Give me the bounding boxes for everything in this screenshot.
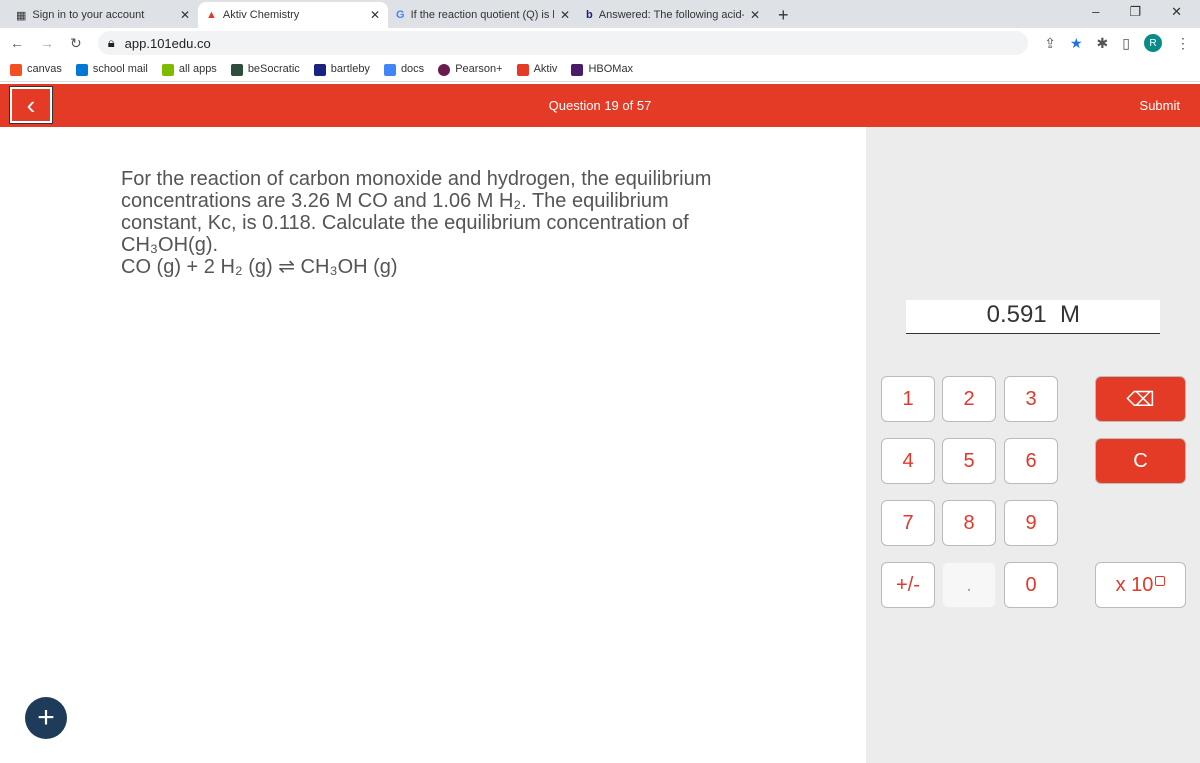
key-1[interactable]: 1 [881,376,935,422]
share-icon[interactable]: ⇪ [1044,35,1056,52]
exponent-box-icon [1155,576,1166,586]
new-tab-button[interactable]: + [768,2,799,28]
extensions-icon[interactable]: ✱ [1097,35,1109,52]
backspace-button[interactable]: ⌫ [1095,376,1186,422]
question-header: ‹ Question 19 of 57 Submit [0,84,1200,127]
tab-sign-in[interactable]: ▦ Sign in to your account ✕ [8,2,198,28]
bookmark-bartleby[interactable]: bartleby [313,63,370,76]
bookmark-school-mail[interactable]: school mail [75,63,148,76]
tab-bar: ▦ Sign in to your account ✕ ▲ Aktiv Chemist… [0,0,1200,28]
reload-icon[interactable]: ↻ [70,35,82,52]
key-5[interactable]: 5 [942,438,996,484]
close-icon[interactable]: ✕ [560,8,570,22]
star-icon[interactable]: ★ [1070,35,1083,52]
restore-icon[interactable]: ❐ [1129,4,1141,20]
bookmark-all-apps[interactable]: all apps [161,63,217,76]
bookmarks-bar: canvas school mail all apps beSocratic b… [0,58,1200,82]
key-plus-minus[interactable]: +/- [881,562,935,608]
address-bar-row: ← → ↻ 🔒︎ app.101edu.co ⇪ ★ ✱ ▯ R ⋮ [0,28,1200,58]
avatar[interactable]: R [1144,34,1162,52]
bookmark-aktiv[interactable]: Aktiv [516,63,557,76]
close-icon[interactable]: ✕ [370,8,380,22]
bartleby-icon: b [586,9,593,21]
close-window-icon[interactable]: ✕ [1171,4,1182,20]
answer-display: 0.591 M [906,300,1160,334]
close-icon[interactable]: ✕ [750,8,760,22]
bookmark-pearson[interactable]: Pearson+ [438,63,503,76]
menu-icon[interactable]: ⋮ [1176,35,1190,52]
bookmark-canvas[interactable]: canvas [10,63,62,76]
key-2[interactable]: 2 [942,376,996,422]
backspace-icon: ⌫ [1126,388,1155,411]
sidebar-icon[interactable]: ▯ [1122,35,1130,52]
exponent-button[interactable]: x 10 [1095,562,1186,608]
key-decimal: . [942,562,996,608]
key-8[interactable]: 8 [942,500,996,546]
key-3[interactable]: 3 [1004,376,1058,422]
microsoft-icon: ▦ [16,9,27,22]
key-6[interactable]: 6 [1004,438,1058,484]
back-icon[interactable]: ← [10,35,24,51]
tab-aktiv[interactable]: ▲ Aktiv Chemistry ✕ [198,2,388,28]
forward-icon[interactable]: → [40,35,54,51]
key-7[interactable]: 7 [881,500,935,546]
lock-icon: 🔒︎ [107,35,115,50]
google-icon: G [396,9,405,21]
key-9[interactable]: 9 [1004,500,1058,546]
key-4[interactable]: 4 [881,438,935,484]
key-0[interactable]: 0 [1004,562,1058,608]
bookmark-docs[interactable]: docs [383,63,424,76]
equation: CO (g) + 2 H₂ (g) ⇌ CH₃OH (g) [121,256,398,278]
url-field[interactable]: 🔒︎ app.101edu.co [97,31,1029,55]
add-button[interactable]: + [25,697,67,739]
aktiv-icon: ▲ [206,9,217,21]
bookmark-hbomax[interactable]: HBOMax [571,63,633,76]
submit-button[interactable]: Submit [1140,98,1180,113]
minimize-icon[interactable]: – [1092,4,1099,20]
tab-google[interactable]: GIf the reaction quotient (Q) is larg✕ [388,2,578,28]
question-text: For the reaction of carbon monoxide and … [121,168,721,278]
tab-bartleby[interactable]: b Answered: The following acid-ba ✕ [578,2,768,28]
window-controls: – ❐ ✕ [1074,0,1200,24]
close-icon[interactable]: ✕ [180,8,190,22]
question-counter: Question 19 of 57 [548,98,652,113]
bookmark-besocratic[interactable]: beSocratic [230,63,300,76]
clear-button[interactable]: C [1095,438,1186,484]
